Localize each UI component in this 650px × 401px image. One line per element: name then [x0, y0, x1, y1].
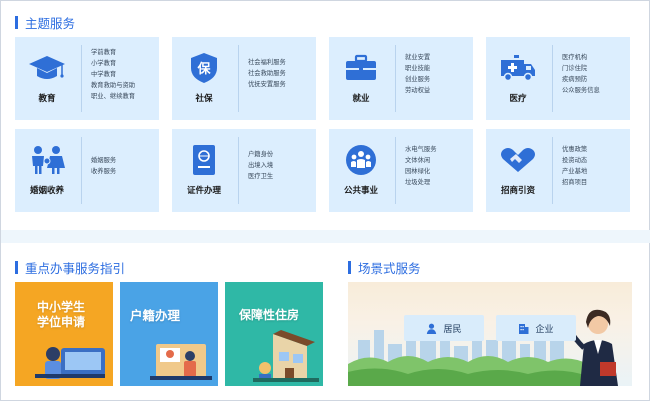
card-title: 社保 — [195, 94, 213, 104]
student-illustration — [35, 347, 105, 379]
heading-accent-bar — [348, 261, 351, 274]
card-link[interactable]: 教育救助与资助 — [91, 80, 135, 91]
card-link[interactable]: 园林绿化 — [405, 166, 436, 177]
card-divider — [395, 45, 396, 112]
card-title: 婚姻收养 — [29, 186, 64, 196]
card-title: 招商引资 — [500, 186, 535, 196]
service-card-marriage-adoption[interactable]: 婚姻收养 婚姻服务 收养服务 — [15, 129, 159, 212]
card-links: 水电气服务 文体休闲 园林绿化 垃圾处理 — [405, 144, 436, 188]
theme-services-grid: 教育 学前教育 小学教育 中学教育 教育救助与资助 职业、继续教育 保 社保 社… — [15, 37, 632, 213]
card-link[interactable]: 优抚安置服务 — [248, 79, 286, 90]
card-links: 婚姻服务 收养服务 — [91, 155, 116, 177]
card-links: 社会福利服务 社会救助服务 优抚安置服务 — [248, 57, 286, 90]
card-title: 就业 — [352, 94, 370, 104]
card-link[interactable]: 出境入境 — [248, 160, 273, 171]
card-link[interactable]: 职业技能 — [405, 63, 430, 74]
family-illustration — [150, 344, 212, 380]
briefcase-icon — [339, 51, 383, 85]
card-title: 教育 — [38, 94, 56, 104]
scene-services-title: 场景式服务 — [358, 261, 421, 276]
service-card-public-utilities[interactable]: 公共事业 水电气服务 文体休闲 园林绿化 垃圾处理 — [329, 129, 473, 212]
card-link[interactable]: 小学教育 — [91, 58, 135, 69]
card-divider — [81, 45, 82, 112]
card-divider — [81, 137, 82, 204]
card-title: 证件办理 — [186, 186, 221, 196]
card-link[interactable]: 招商项目 — [562, 177, 587, 188]
card-divider — [395, 137, 396, 204]
card-link[interactable]: 学前教育 — [91, 47, 135, 58]
section-divider-band — [1, 230, 650, 243]
guide-card-household-registration[interactable]: 户籍办理 — [120, 282, 218, 386]
card-link[interactable]: 优惠政策 — [562, 144, 587, 155]
guide-card-affordable-housing[interactable]: 保障性住房 — [225, 282, 323, 386]
service-card-social-security[interactable]: 保 社保 社会福利服务 社会救助服务 优抚安置服务 — [172, 37, 316, 120]
card-divider — [552, 45, 553, 112]
scene-button-label: 企业 — [535, 324, 554, 335]
service-card-documents[interactable]: 证件办理 户籍身份 出境入境 医疗卫生 — [172, 129, 316, 212]
card-link[interactable]: 文体休闲 — [405, 155, 436, 166]
resident-icon — [426, 323, 437, 334]
card-link[interactable]: 中学教育 — [91, 69, 135, 80]
card-links: 户籍身份 出境入境 医疗卫生 — [248, 149, 273, 182]
card-link[interactable]: 投资动态 — [562, 155, 587, 166]
card-link[interactable]: 职业、继续教育 — [91, 91, 135, 102]
scene-button-resident[interactable]: 居民 — [404, 315, 484, 341]
card-links: 医疗机构 门诊住院 疾病预防 公众服务信息 — [562, 52, 600, 96]
card-link[interactable]: 公众服务信息 — [562, 85, 600, 96]
guide-card-school-enrollment[interactable]: 中小学生 学位申请 — [15, 282, 113, 386]
service-card-investment[interactable]: 招商引资 优惠政策 投资动态 产业基地 招商项目 — [486, 129, 630, 212]
card-link[interactable]: 门诊住院 — [562, 63, 600, 74]
card-links: 优惠政策 投资动态 产业基地 招商项目 — [562, 144, 587, 188]
service-card-education[interactable]: 教育 学前教育 小学教育 中学教育 教育救助与资助 职业、继续教育 — [15, 37, 159, 120]
card-link[interactable]: 收养服务 — [91, 166, 116, 177]
family-icon — [25, 143, 69, 177]
scene-button-enterprise[interactable]: 企业 — [496, 315, 576, 341]
ambulance-icon — [496, 51, 540, 85]
people-group-icon — [339, 143, 383, 177]
card-link[interactable]: 就业安置 — [405, 52, 430, 63]
card-links: 就业安置 职业技能 创业服务 劳动权益 — [405, 52, 430, 96]
card-link[interactable]: 疾病预防 — [562, 74, 600, 85]
card-link[interactable]: 婚姻服务 — [91, 155, 116, 166]
handshake-icon — [496, 143, 540, 177]
key-guide-heading: 重点办事服务指引 — [15, 258, 125, 277]
theme-services-title: 主题服务 — [25, 16, 76, 31]
card-title: 公共事业 — [343, 186, 378, 196]
heading-accent-bar — [15, 16, 18, 29]
passport-icon — [182, 143, 226, 177]
card-link[interactable]: 垃圾处理 — [405, 177, 436, 188]
service-card-employment[interactable]: 就业 就业安置 职业技能 创业服务 劳动权益 — [329, 37, 473, 120]
svg-text:保: 保 — [196, 61, 211, 77]
card-divider — [238, 137, 239, 204]
heading-accent-bar — [15, 261, 18, 274]
building-icon — [518, 323, 529, 334]
card-link[interactable]: 医疗卫生 — [248, 171, 273, 182]
scene-services-banner: 居民 企业 — [348, 282, 632, 386]
card-link[interactable]: 创业服务 — [405, 74, 430, 85]
card-link[interactable]: 产业基地 — [562, 166, 587, 177]
graduation-cap-icon — [25, 51, 69, 85]
card-link[interactable]: 劳动权益 — [405, 85, 430, 96]
theme-services-heading: 主题服务 — [15, 13, 75, 32]
service-card-medical[interactable]: 医疗 医疗机构 门诊住院 疾病预防 公众服务信息 — [486, 37, 630, 120]
card-links: 学前教育 小学教育 中学教育 教育救助与资助 职业、继续教育 — [91, 47, 135, 102]
shield-bao-icon: 保 — [182, 51, 226, 85]
card-link[interactable]: 社会福利服务 — [248, 57, 286, 68]
house-illustration — [253, 330, 319, 382]
card-divider — [552, 137, 553, 204]
scene-services-heading: 场景式服务 — [348, 258, 421, 277]
card-link[interactable]: 水电气服务 — [405, 144, 436, 155]
card-title: 医疗 — [509, 94, 527, 104]
city-skyline-illustration — [348, 309, 618, 386]
card-link[interactable]: 户籍身份 — [248, 149, 273, 160]
card-divider — [238, 45, 239, 112]
scene-button-label: 居民 — [443, 324, 462, 335]
key-guide-title: 重点办事服务指引 — [25, 261, 126, 276]
card-link[interactable]: 社会救助服务 — [248, 68, 286, 79]
card-link[interactable]: 医疗机构 — [562, 52, 600, 63]
